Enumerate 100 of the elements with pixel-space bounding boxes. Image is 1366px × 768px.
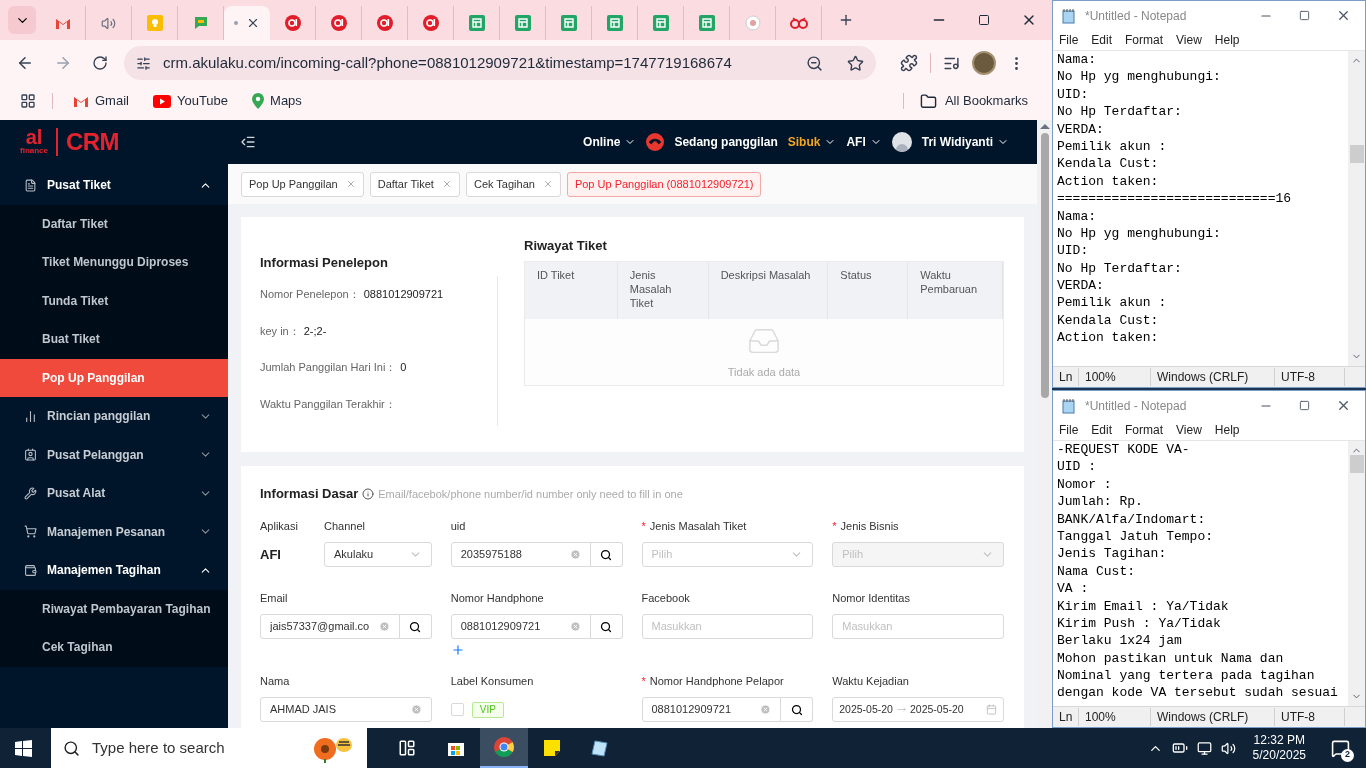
menu-item[interactable]: Pop Up Panggilan: [0, 358, 228, 397]
network-icon[interactable]: [1196, 740, 1212, 756]
bookmark-link[interactable]: Maps: [248, 91, 306, 111]
zoom-out-icon[interactable]: [806, 54, 823, 72]
page-tab[interactable]: Pop Up Panggilan: [241, 171, 364, 197]
text-line: Jenis Tagihan:: [1057, 545, 1168, 563]
busy-dropdown[interactable]: Sibuk: [787, 133, 837, 151]
search-button[interactable]: [590, 614, 623, 639]
close-icon[interactable]: [246, 16, 260, 30]
page-tab[interactable]: Cek Tagihan: [465, 171, 561, 197]
menu-group[interactable]: Rincian panggilan: [0, 397, 228, 436]
map-pin-icon: [252, 93, 265, 109]
scroll-thumb[interactable]: [1349, 144, 1364, 163]
menu-item[interactable]: View: [1176, 421, 1202, 439]
collapse-menu-icon[interactable]: [240, 134, 256, 150]
text-line: UID:: [1057, 242, 1090, 260]
menu-group[interactable]: Pusat Tiket: [0, 166, 228, 205]
menu-group[interactable]: Pusat Alat: [0, 474, 228, 513]
back-icon[interactable]: [16, 54, 34, 72]
user-avatar[interactable]: [891, 132, 912, 152]
all-bookmarks-button[interactable]: All Bookmarks: [919, 91, 1028, 111]
menu-group[interactable]: Pusat Pelanggan: [0, 435, 228, 474]
menu-item[interactable]: Daftar Tiket: [0, 204, 228, 243]
menu-item[interactable]: File: [1059, 31, 1079, 49]
menu-item[interactable]: Tunda Tiket: [0, 281, 228, 320]
status-dropdown[interactable]: Online: [583, 133, 637, 151]
text-line: Action taken:: [1057, 172, 1160, 191]
extensions-icon[interactable]: [900, 54, 918, 72]
scroll-thumb[interactable]: [1349, 454, 1364, 473]
text-line: Action taken:: [1057, 329, 1160, 347]
windows-start-icon[interactable]: [15, 739, 32, 757]
bookmark-star-icon[interactable]: [847, 54, 864, 72]
field-label: Jenis Masalah Tiket: [649, 518, 747, 534]
menu-group[interactable]: Manajemen Pesanan: [0, 512, 228, 551]
bookmark-link[interactable]: YouTube: [148, 91, 233, 111]
clock[interactable]: 12:32 PM 5/20/2025: [1252, 733, 1306, 763]
menu-item[interactable]: Riwayat Pembayaran Tagihan: [0, 589, 228, 628]
close-icon[interactable]: [1336, 8, 1351, 23]
menu-item[interactable]: Buat Tiket: [0, 320, 228, 359]
menu-item[interactable]: Edit: [1091, 31, 1113, 49]
wallet-icon: [24, 563, 37, 577]
apps-icon[interactable]: [20, 93, 36, 109]
volume-icon[interactable]: [1220, 740, 1236, 756]
forward-icon[interactable]: [54, 54, 72, 72]
vip-tag: VIP: [471, 701, 504, 718]
scrollbar[interactable]: [1037, 120, 1052, 728]
maximize-icon[interactable]: [978, 14, 990, 26]
date-range-field[interactable]: 2025-05-20 2025-05-20: [832, 697, 1004, 722]
menu-item[interactable]: Format: [1125, 421, 1164, 439]
section-title: Informasi Penelepon: [260, 254, 389, 272]
text-line: Kendala Cust:: [1057, 311, 1160, 330]
input-field[interactable]: jais57337@gmail.co: [260, 614, 400, 639]
text-line: No Hp Terdaftar:: [1057, 259, 1183, 278]
tab-list-button[interactable]: [8, 6, 36, 34]
hint-text: Email/facebok/phone number/id number only need to fill in one: [378, 486, 683, 502]
task-view-icon[interactable]: [398, 739, 416, 757]
close-icon[interactable]: [1336, 398, 1351, 413]
add-icon[interactable]: [450, 643, 465, 657]
menu-group[interactable]: Manajemen Tagihan: [0, 551, 228, 590]
menu-item[interactable]: File: [1059, 421, 1079, 439]
address-bar[interactable]: crm.akulaku.com/incoming-call?phone=0881012909721&timestamp=1747719168674: [124, 46, 876, 80]
notification-icon[interactable]: [1331, 738, 1350, 758]
field-label: Channel: [324, 518, 365, 534]
scrollbar[interactable]: [1348, 51, 1365, 366]
menu-item[interactable]: Tiket Menunggu Diproses: [0, 243, 228, 282]
input-field[interactable]: AHMAD JAIS: [260, 697, 432, 722]
scrollbar[interactable]: [1348, 441, 1365, 706]
hang-up-icon[interactable]: [646, 133, 665, 151]
search-button[interactable]: [590, 542, 623, 567]
menu-item[interactable]: View: [1176, 31, 1202, 49]
mail-icon: [54, 17, 71, 29]
menu-item[interactable]: Help: [1214, 31, 1240, 49]
search-button[interactable]: [399, 614, 432, 639]
checkbox[interactable]: [450, 703, 464, 716]
status-text: Windows (CRLF): [1151, 708, 1275, 726]
select-field[interactable]: Akulaku: [324, 542, 432, 567]
menu-item[interactable]: Format: [1125, 31, 1164, 49]
search-button[interactable]: [781, 697, 814, 722]
bookmark-link[interactable]: Gmail: [69, 91, 133, 111]
new-tab-icon[interactable]: [838, 12, 854, 28]
text-line: Nama:: [1057, 207, 1097, 225]
app-dropdown[interactable]: AFI: [846, 133, 882, 151]
reload-icon[interactable]: [92, 55, 108, 71]
menu-item[interactable]: Edit: [1091, 421, 1113, 439]
chrome-taskbar-icon[interactable]: [480, 728, 528, 768]
taskbar-search-field[interactable]: Type here to search: [51, 728, 367, 768]
input-field[interactable]: 0881012909721: [450, 614, 591, 639]
status-text: UTF-8: [1275, 708, 1345, 726]
user-menu[interactable]: Tri Widiyanti: [921, 133, 1009, 151]
page-tab[interactable]: Pop Up Panggilan (0881012909721): [566, 171, 762, 197]
input-field[interactable]: 0881012909721: [641, 697, 782, 722]
text-line: No Hp yg menghubungi:: [1057, 224, 1222, 243]
logo-subtitle: finance: [20, 146, 48, 155]
site-info-icon[interactable]: [136, 55, 151, 71]
menu-item[interactable]: Cek Tagihan: [0, 628, 228, 667]
battery-icon[interactable]: [1171, 740, 1188, 756]
page-tab[interactable]: Daftar Tiket: [369, 171, 460, 197]
input-field[interactable]: 2035975188: [450, 542, 591, 567]
menu-item[interactable]: Help: [1214, 421, 1240, 439]
profile-avatar[interactable]: [972, 51, 996, 75]
